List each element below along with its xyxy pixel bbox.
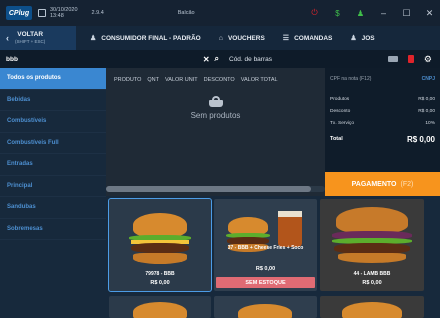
app-logo: CPlug: [6, 6, 32, 20]
sidebar-item-main[interactable]: Principal: [0, 176, 106, 197]
search-value: bbb: [6, 55, 18, 63]
dollar-icon[interactable]: $: [333, 9, 342, 18]
sidebar-item-starters[interactable]: Entradas: [0, 154, 106, 176]
back-label: VOLTAR: [17, 31, 44, 38]
product-price: R$ 0,00: [362, 280, 382, 286]
horizontal-scrollbar[interactable]: [106, 186, 325, 192]
search-row: bbb ✕ ⌕ Cód. de barras ⚙: [0, 50, 440, 68]
orders-label: COMANDAS: [294, 34, 333, 42]
product-card[interactable]: 44 - LAMB BBB R$ 0,00: [320, 199, 424, 291]
store-name: Balcão: [177, 10, 195, 16]
product-price: R$ 0,00: [150, 280, 170, 286]
payment-button[interactable]: PAGAMENTO (F2): [325, 172, 440, 196]
titlebar-actions: ⏻ $ ♟ – ☐ ✕: [310, 8, 434, 19]
out-of-stock-badge: SEM ESTOQUE: [216, 277, 315, 288]
keyboard-icon[interactable]: [387, 56, 398, 62]
version-text: 2.9.4: [91, 10, 104, 16]
product-card[interactable]: 79978 - BBB R$ 0,00: [108, 198, 212, 292]
product-image-lamb-burger: [320, 199, 424, 271]
empty-state: Sem produtos: [106, 96, 325, 120]
sidebar-item-fuel[interactable]: Combustíveis: [0, 111, 106, 133]
chevron-left-icon: ‹: [6, 33, 9, 43]
barcode-input[interactable]: Cód. de barras ⚙: [225, 50, 440, 68]
total-value: R$ 0,00: [406, 134, 435, 144]
product-name: 37 - BBB + Cheese Fries + Soco: [227, 245, 304, 251]
vouchers-button[interactable]: ⌂ VOUCHERS: [219, 35, 265, 42]
sidebar-item-desserts[interactable]: Sobremesas: [0, 219, 106, 240]
customer-button[interactable]: ♟ CONSUMIDOR FINAL - PADRÃO: [90, 34, 201, 43]
scrollbar-thumb[interactable]: [106, 186, 311, 192]
column-qty: QNT: [147, 77, 160, 83]
barcode-placeholder: Cód. de barras: [229, 55, 272, 63]
vouchers-label: VOUCHERS: [227, 34, 265, 42]
sidebar-item-fuel-full[interactable]: Combustíveis Full: [0, 133, 106, 154]
product-card[interactable]: [214, 296, 317, 318]
calendar-icon: [38, 9, 46, 17]
gear-icon[interactable]: ⚙: [424, 54, 432, 65]
back-shortcut: (SHIFT + ESC): [15, 39, 46, 44]
customer-label: CONSUMIDOR FINAL - PADRÃO: [101, 34, 201, 42]
back-button[interactable]: ‹ VOLTAR (SHIFT + ESC): [0, 26, 76, 50]
column-unit-price: VALOR UNIT: [165, 77, 198, 83]
close-icon[interactable]: ✕: [425, 8, 434, 18]
sidebar-item-all-products[interactable]: Todos os produtos: [0, 68, 106, 90]
order-list: PRODUTO QNT VALOR UNIT DESCONTO VALOR TO…: [106, 68, 325, 196]
cpf-button[interactable]: CPF na nota (F12): [330, 76, 371, 82]
basket-icon: [208, 96, 223, 107]
user-icon[interactable]: ♟: [356, 9, 365, 18]
jos-button[interactable]: ♟ JOS: [350, 34, 375, 43]
sidebar-item-drinks[interactable]: Bebidas: [0, 90, 106, 111]
minimize-icon[interactable]: –: [379, 8, 388, 18]
category-sidebar: Todos os produtos Bebidas Combustíveis C…: [0, 68, 106, 318]
cnpj-button[interactable]: CNPJ: [422, 76, 435, 82]
product-name: 44 - LAMB BBB: [353, 271, 391, 277]
summary-row-service: Tx. Serviço 10%: [330, 120, 435, 126]
product-price: R$ 0,00: [255, 266, 276, 272]
product-search-input[interactable]: bbb ✕ ⌕: [0, 50, 225, 68]
product-image-burger: [109, 199, 211, 271]
product-image-combo: [214, 199, 317, 271]
column-product: PRODUTO: [114, 77, 142, 83]
orders-button[interactable]: ☰ COMANDAS: [282, 34, 333, 43]
order-list-header: PRODUTO QNT VALOR UNIT DESCONTO VALOR TO…: [106, 68, 325, 83]
clear-icon[interactable]: ✕: [203, 55, 210, 64]
title-bar: CPlug 30/10/2020 13:48 2.9.4 Balcão ⏻ $ …: [0, 0, 440, 26]
product-card[interactable]: [109, 296, 211, 318]
summary-row-products: Produtos R$ 0,00: [330, 96, 435, 102]
trash-icon[interactable]: [407, 55, 414, 63]
user-icon: ♟: [350, 35, 357, 42]
empty-text: Sem produtos: [190, 111, 241, 120]
search-icon[interactable]: ⌕: [215, 54, 219, 64]
column-total: VALOR TOTAL: [240, 77, 278, 83]
power-icon[interactable]: ⏻: [310, 8, 319, 18]
column-discount: DESCONTO: [203, 77, 235, 83]
summary-row-total: Total R$ 0,00: [330, 134, 435, 144]
time-text: 13:48: [50, 13, 64, 19]
maximize-icon[interactable]: ☐: [402, 8, 411, 18]
payment-label: PAGAMENTO: [351, 180, 397, 188]
jos-label: JOS: [361, 34, 375, 42]
user-icon: ♟: [90, 35, 97, 42]
summary-row-discount: Desconto R$ 0,00: [330, 108, 435, 114]
product-card[interactable]: [320, 296, 424, 318]
datetime: 30/10/2020 13:48: [38, 7, 78, 19]
pdv-app: CPlug 30/10/2020 13:48 2.9.4 Balcão ⏻ $ …: [0, 0, 440, 318]
product-card[interactable]: 37 - BBB + Cheese Fries + Soco R$ 0,00 S…: [214, 199, 317, 291]
payment-shortcut: (F2): [400, 180, 414, 188]
summary-header: CPF na nota (F12) CNPJ: [325, 68, 440, 90]
product-name: 79978 - BBB: [145, 271, 175, 277]
list-icon: ☰: [282, 35, 290, 42]
sidebar-item-sandwiches[interactable]: Sandubas: [0, 197, 106, 219]
nav-bar: ‹ VOLTAR (SHIFT + ESC) ♟ CONSUMIDOR FINA…: [0, 26, 440, 50]
tag-icon: ⌂: [218, 34, 223, 42]
